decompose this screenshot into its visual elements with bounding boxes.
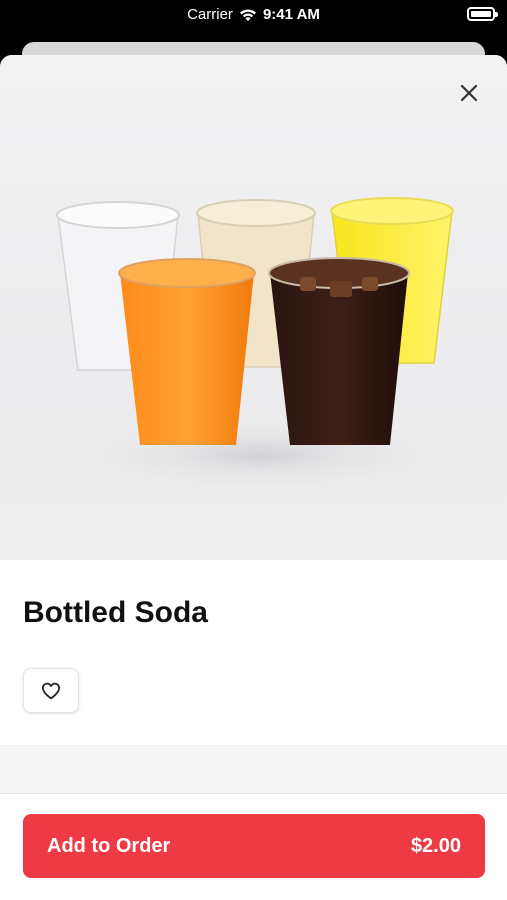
favorite-button[interactable] bbox=[23, 668, 79, 713]
product-sheet: Bottled Soda Add to Order $2.00 bbox=[0, 55, 507, 900]
wifi-icon bbox=[239, 9, 256, 21]
close-button[interactable] bbox=[453, 77, 485, 109]
status-time: 9:41 AM bbox=[262, 6, 320, 23]
status-center: Carrier 9:41 AM bbox=[0, 6, 507, 23]
cups-of-soda-image bbox=[56, 197, 460, 495]
add-to-order-label: Add to Order bbox=[47, 834, 171, 857]
carrier-label: Carrier bbox=[187, 6, 233, 23]
product-image bbox=[0, 55, 507, 560]
order-price: $2.00 bbox=[410, 834, 461, 857]
section-divider bbox=[0, 745, 507, 793]
product-title: Bottled Soda bbox=[23, 596, 208, 629]
add-to-order-button[interactable]: Add to Order $2.00 bbox=[23, 814, 485, 878]
order-footer: Add to Order $2.00 bbox=[0, 793, 507, 900]
heart-icon bbox=[41, 682, 61, 699]
status-bar: Carrier 9:41 AM bbox=[0, 0, 507, 34]
close-icon bbox=[460, 84, 478, 102]
battery-icon bbox=[467, 7, 498, 21]
